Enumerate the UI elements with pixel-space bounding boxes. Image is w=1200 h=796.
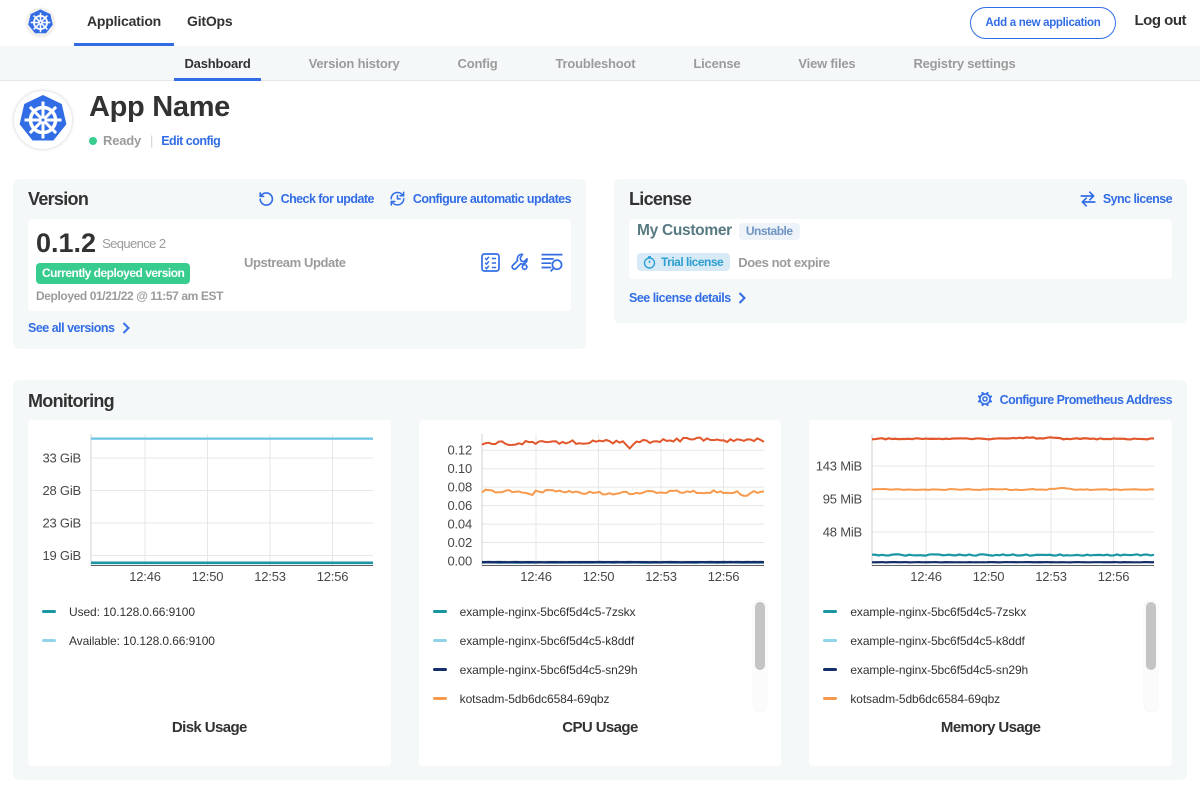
svg-text:48 MiB: 48 MiB [823, 525, 862, 540]
svg-text:0.08: 0.08 [447, 480, 472, 495]
svg-text:12:46: 12:46 [520, 569, 552, 584]
svg-text:12:53: 12:53 [645, 569, 677, 584]
svg-text:19 GiB: 19 GiB [42, 548, 81, 563]
svg-text:143 MiB: 143 MiB [816, 459, 862, 474]
svg-text:28 GiB: 28 GiB [42, 483, 81, 498]
svg-text:0.04: 0.04 [447, 517, 472, 532]
svg-text:12:53: 12:53 [1036, 569, 1068, 584]
svg-text:0.12: 0.12 [447, 443, 472, 458]
svg-text:12:46: 12:46 [129, 569, 161, 584]
svg-text:23 GiB: 23 GiB [42, 516, 81, 531]
svg-text:95 MiB: 95 MiB [823, 492, 862, 507]
svg-text:12:56: 12:56 [317, 569, 349, 584]
svg-text:12:56: 12:56 [1098, 569, 1130, 584]
svg-text:33 GiB: 33 GiB [42, 451, 81, 466]
svg-text:0.06: 0.06 [447, 498, 472, 513]
svg-text:0.02: 0.02 [447, 535, 472, 550]
svg-text:12:50: 12:50 [192, 569, 224, 584]
svg-text:12:50: 12:50 [582, 569, 614, 584]
svg-text:12:53: 12:53 [254, 569, 286, 584]
svg-text:0.00: 0.00 [447, 554, 472, 569]
svg-text:12:46: 12:46 [911, 569, 943, 584]
svg-text:0.10: 0.10 [447, 461, 472, 476]
svg-text:12:50: 12:50 [973, 569, 1005, 584]
svg-text:12:56: 12:56 [707, 569, 739, 584]
